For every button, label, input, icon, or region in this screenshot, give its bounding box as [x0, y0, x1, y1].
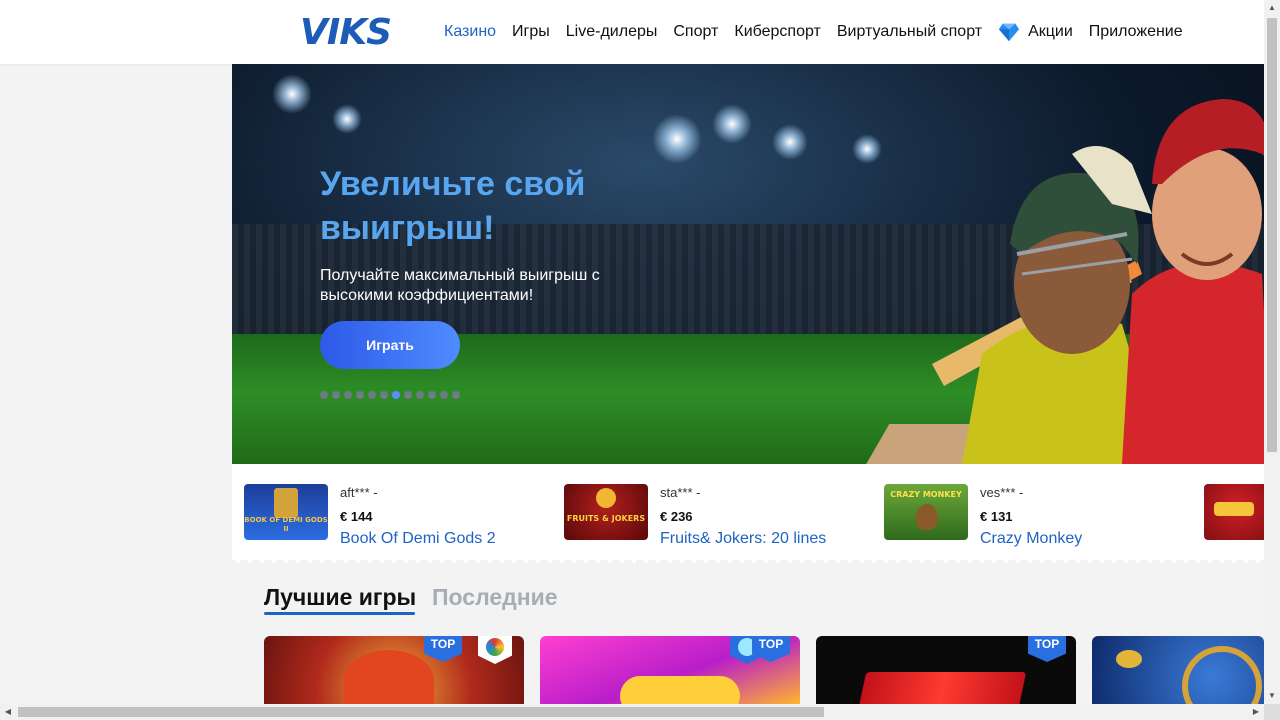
- game-thumbnail: BOOK OF DEMI GODS II: [244, 484, 328, 540]
- winner-amount: € 144: [340, 509, 373, 524]
- winner-amount: € 236: [660, 509, 693, 524]
- thumbnail-text: BOOK OF DEMI GODS II: [244, 516, 328, 533]
- slider-dot[interactable]: [392, 391, 400, 399]
- slider-dot[interactable]: [440, 391, 448, 399]
- game-thumbnail: [1204, 484, 1264, 540]
- game-card[interactable]: [1092, 636, 1264, 704]
- slider-dot[interactable]: [428, 391, 436, 399]
- banner-title: Увеличьте свой выигрыш!: [320, 165, 586, 247]
- winner-game-link[interactable]: Crazy Monkey: [980, 530, 1082, 548]
- banner-subtitle: Получайте максимальный выигрыш с высоким…: [320, 267, 600, 304]
- play-button[interactable]: Играть: [320, 321, 460, 369]
- winner-amount: € 131: [980, 509, 1013, 524]
- stadium-light: [332, 104, 362, 134]
- recent-winners-strip: BOOK OF DEMI GODS II aft*** - € 144 Book…: [232, 464, 1264, 560]
- vertical-scrollbar[interactable]: ▲ ▼: [1264, 0, 1280, 704]
- game-thumbnail: CRAZY MONKEY: [884, 484, 968, 540]
- thumbnail-text: FRUITS & JOKERS: [566, 514, 646, 523]
- slider-dot[interactable]: [368, 391, 376, 399]
- slider-dot[interactable]: [452, 391, 460, 399]
- winner-item[interactable]: BOOK OF DEMI GODS II aft*** - € 144 Book…: [244, 484, 496, 547]
- nav-app[interactable]: Приложение: [1089, 23, 1183, 41]
- stadium-light: [652, 114, 702, 164]
- nav-esports[interactable]: Киберспорт: [734, 23, 820, 41]
- active-tab-underline: [264, 612, 415, 615]
- slider-dot[interactable]: [356, 391, 364, 399]
- slider-dot[interactable]: [404, 391, 412, 399]
- scrollbar-corner: [1264, 704, 1280, 720]
- zigzag-divider: [232, 556, 1264, 564]
- slider-dot[interactable]: [416, 391, 424, 399]
- game-card[interactable]: TOP: [816, 636, 1076, 704]
- slider-dot[interactable]: [344, 391, 352, 399]
- slider-dot[interactable]: [380, 391, 388, 399]
- scroll-right-arrow-icon[interactable]: ▶: [1248, 704, 1264, 720]
- winner-username: sta*** -: [660, 485, 701, 500]
- slider-dot[interactable]: [332, 391, 340, 399]
- stadium-light: [772, 124, 808, 160]
- game-thumbnail: FRUITS & JOKERS: [564, 484, 648, 540]
- scroll-down-arrow-icon[interactable]: ▼: [1264, 688, 1280, 704]
- nav-promotions[interactable]: Акции: [998, 21, 1073, 43]
- tab-recent-games[interactable]: Последние: [432, 584, 558, 611]
- top-badge: TOP: [424, 636, 462, 662]
- horizontal-scrollbar[interactable]: ◀ ▶: [0, 704, 1264, 720]
- site-header: VIKS Казино Игры Live-дилеры Спорт Кибер…: [0, 0, 1264, 64]
- winner-username: ves*** -: [980, 485, 1024, 500]
- nav-live-dealers[interactable]: Live-дилеры: [566, 23, 658, 41]
- tab-best-games[interactable]: Лучшие игры: [264, 584, 416, 611]
- nav-sport[interactable]: Спорт: [673, 23, 718, 41]
- viks-logo[interactable]: VIKS: [300, 12, 392, 53]
- game-card[interactable]: TOP: [540, 636, 800, 704]
- stadium-light: [712, 104, 752, 144]
- winner-item[interactable]: [1204, 484, 1264, 540]
- game-card[interactable]: TOP: [264, 636, 524, 704]
- horizontal-scroll-thumb[interactable]: [18, 707, 824, 717]
- nav-casino[interactable]: Казино: [444, 23, 496, 41]
- scroll-left-arrow-icon[interactable]: ◀: [0, 704, 16, 720]
- top-badge: TOP: [1028, 636, 1066, 662]
- promo-banner[interactable]: Увеличьте свой выигрыш! Получайте максим…: [232, 64, 1264, 464]
- stadium-light: [272, 74, 312, 114]
- diamond-icon: [998, 23, 1020, 42]
- thumbnail-text: CRAZY MONKEY: [890, 490, 962, 499]
- winner-username: aft*** -: [340, 485, 378, 500]
- provider-badge: [478, 636, 512, 664]
- slider-dot[interactable]: [320, 391, 328, 399]
- bowler-illustration: [1122, 99, 1264, 464]
- winner-game-link[interactable]: Book Of Demi Gods 2: [340, 530, 496, 548]
- winner-game-link[interactable]: Fruits& Jokers: 20 lines: [660, 530, 826, 548]
- stadium-light: [852, 134, 882, 164]
- winner-item[interactable]: FRUITS & JOKERS sta*** - € 236 Fruits& J…: [564, 484, 826, 547]
- slider-dots: [320, 391, 464, 399]
- winner-item[interactable]: CRAZY MONKEY ves*** - € 131 Crazy Monkey: [884, 484, 1082, 547]
- nav-promotions-label: Акции: [1028, 23, 1073, 40]
- scroll-up-arrow-icon[interactable]: ▲: [1264, 0, 1280, 16]
- nav-games[interactable]: Игры: [512, 23, 550, 41]
- nav-virtual-sport[interactable]: Виртуальный спорт: [837, 23, 982, 41]
- main-nav: Казино Игры Live-дилеры Спорт Киберспорт…: [444, 20, 1199, 44]
- vertical-scroll-thumb[interactable]: [1267, 18, 1277, 452]
